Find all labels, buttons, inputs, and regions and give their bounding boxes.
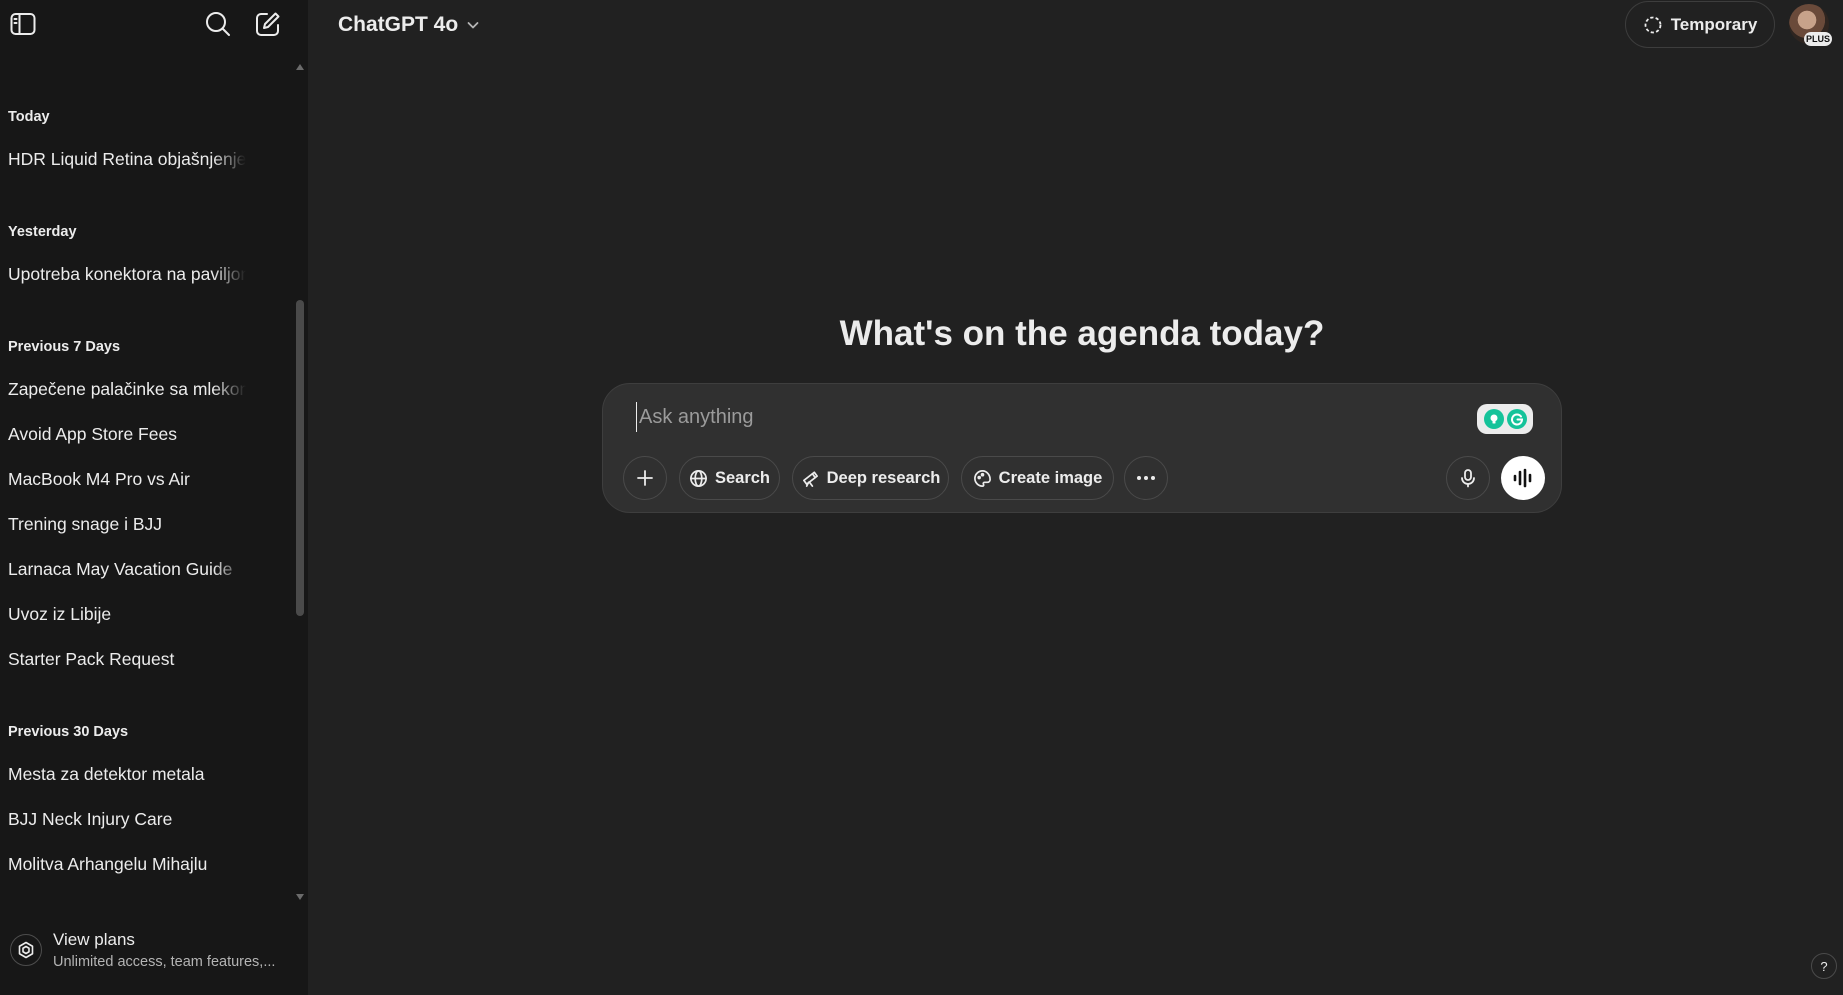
more-icon <box>1137 476 1155 480</box>
chat-history-item[interactable]: Starter Pack Request <box>8 649 246 670</box>
model-name: ChatGPT 4o <box>338 13 459 36</box>
attach-button[interactable] <box>623 456 667 500</box>
chat-history-item[interactable]: Upotreba konektora na paviljonu <box>8 264 246 285</box>
sidebar-toggle-icon <box>10 13 36 35</box>
page-title: What's on the agenda today? <box>839 314 1325 353</box>
history-group-label: Previous 30 Days <box>8 724 129 740</box>
chat-history-item[interactable]: Avoid App Store Fees <box>8 424 246 445</box>
view-plans-button[interactable]: View plans Unlimited access, team featur… <box>0 922 308 982</box>
view-plans-subtitle: Unlimited access, team features,... <box>53 954 276 970</box>
palette-icon <box>973 469 991 487</box>
scroll-down-icon[interactable] <box>296 894 304 900</box>
sidebar-top-bar <box>0 0 308 50</box>
search-tool-button[interactable]: Search <box>679 456 780 500</box>
grammarly-g-icon <box>1506 409 1527 429</box>
deep-research-label: Deep research <box>826 468 941 487</box>
chevron-down-icon <box>467 22 479 29</box>
model-selector[interactable]: ChatGPT 4o <box>330 8 488 42</box>
sidebar: Today HDR Liquid Retina objašnjenje Yest… <box>0 0 308 995</box>
history-group-label: Today <box>8 109 50 125</box>
chat-history-item[interactable]: MacBook M4 Pro vs Air <box>8 469 246 490</box>
search-icon <box>206 12 230 36</box>
grammarly-widget[interactable] <box>1477 404 1533 434</box>
chat-history-item[interactable]: Zapečene palačinke sa mlekom <box>8 379 246 400</box>
chat-history-item[interactable]: Molitva Arhangelu Mihajlu <box>8 854 246 875</box>
new-chat-button[interactable] <box>250 6 286 42</box>
deep-research-button[interactable]: Deep research <box>792 456 949 500</box>
create-image-button[interactable]: Create image <box>961 456 1114 500</box>
voice-mode-button[interactable] <box>1501 456 1545 500</box>
new-chat-icon <box>256 12 280 36</box>
telescope-icon <box>802 470 818 487</box>
voice-waveform-icon <box>1513 468 1532 488</box>
more-tools-button[interactable] <box>1124 456 1168 500</box>
microphone-icon <box>1461 469 1475 488</box>
prompt-input[interactable] <box>636 402 1436 432</box>
chat-history-item[interactable]: BJJ Neck Injury Care <box>8 809 246 830</box>
temporary-chat-icon <box>1644 16 1662 33</box>
chat-history-item[interactable]: HDR Liquid Retina objašnjenje <box>8 149 246 170</box>
chat-history-item[interactable]: Larnaca May Vacation Guide <box>8 559 246 580</box>
help-button[interactable]: ? <box>1811 953 1837 979</box>
chat-history-item[interactable]: Trening snage i BJJ <box>8 514 246 535</box>
chat-history-item[interactable]: Uvoz iz Libije <box>8 604 246 625</box>
create-image-label: Create image <box>998 468 1103 487</box>
temporary-label: Temporary <box>1670 14 1758 34</box>
grammarly-bulb-icon <box>1483 409 1504 429</box>
prompt-composer: Search Deep research Create image <box>602 383 1562 513</box>
search-tool-label: Search <box>714 468 771 487</box>
globe-icon <box>690 469 707 487</box>
chat-history-item[interactable]: Mesta za detektor metala <box>8 764 246 785</box>
plans-icon <box>10 934 42 966</box>
history-group-label: Yesterday <box>8 224 77 240</box>
plus-icon <box>637 470 653 486</box>
scroll-up-icon[interactable] <box>296 64 304 70</box>
plan-badge: PLUS <box>1804 32 1832 46</box>
chat-history: Today HDR Liquid Retina objašnjenje Yest… <box>0 60 300 900</box>
temporary-chat-button[interactable]: Temporary <box>1625 1 1775 48</box>
sidebar-toggle-button[interactable] <box>5 6 41 42</box>
history-group-label: Previous 7 Days <box>8 339 121 355</box>
view-plans-title: View plans <box>53 930 135 949</box>
sidebar-scroll-thumb[interactable] <box>296 300 304 616</box>
search-chats-button[interactable] <box>200 6 236 42</box>
dictate-button[interactable] <box>1446 456 1490 500</box>
